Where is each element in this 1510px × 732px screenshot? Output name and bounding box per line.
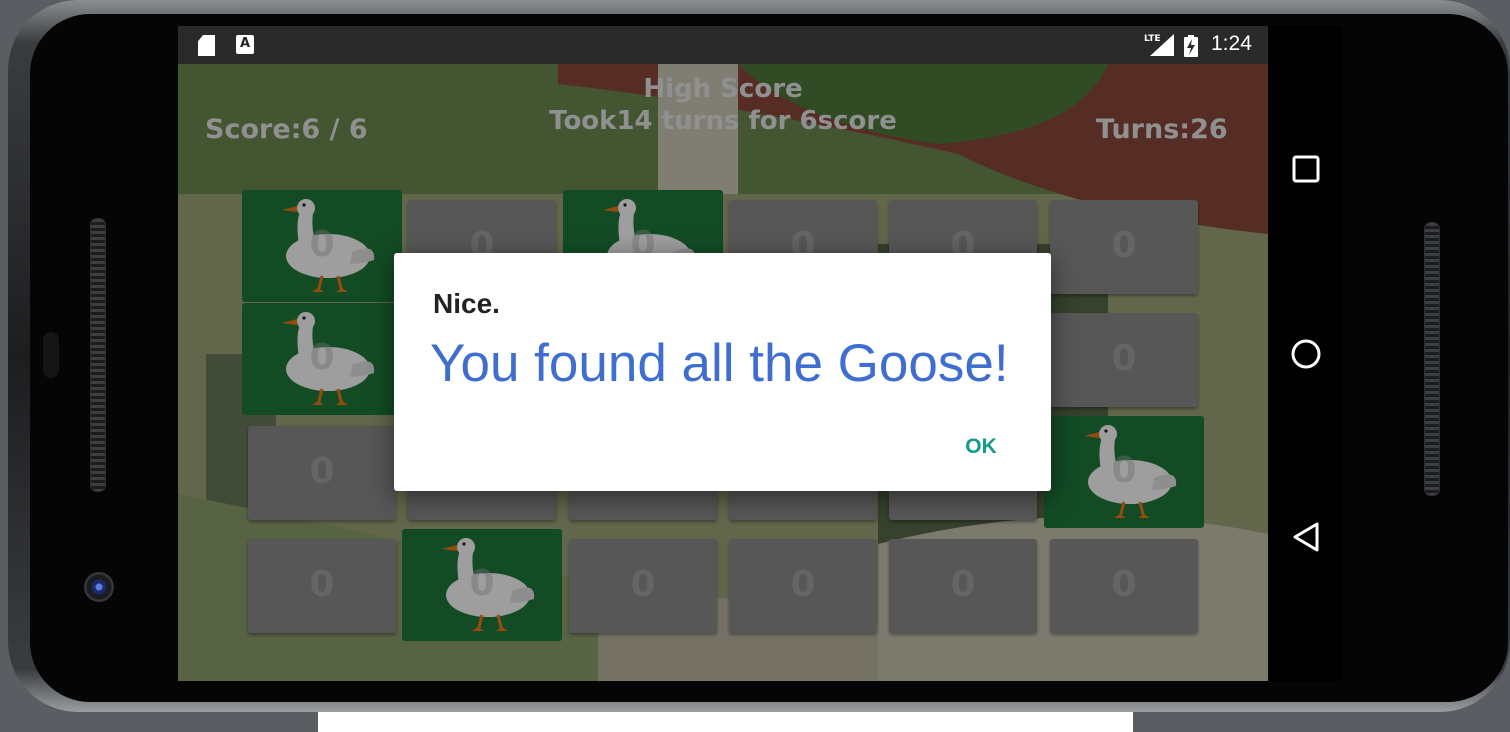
dialog-message: You found all the Goose! [430,334,1009,393]
navigation-bar [1268,26,1342,681]
sd-card-icon [198,35,215,56]
a-notification-icon: A [236,35,254,54]
lte-signal-icon: LTE [1144,34,1174,56]
home-circle-icon[interactable] [1290,338,1322,370]
status-clock: 1:24 [1211,32,1252,55]
ok-button[interactable]: OK [944,423,1018,471]
recents-square-icon[interactable] [1292,155,1320,183]
svg-text:LTE: LTE [1144,34,1161,44]
battery-charging-icon [1184,35,1198,57]
right-speaker-grille [1424,222,1440,496]
completion-dialog: Nice. You found all the Goose! OK [394,253,1051,491]
back-triangle-icon[interactable] [1292,521,1320,553]
status-bar: A LTE 1:24 [178,26,1268,64]
proximity-sensor [43,332,59,378]
left-speaker-grille [90,218,106,492]
front-camera-icon [84,572,114,602]
dialog-title: Nice. [433,288,500,319]
